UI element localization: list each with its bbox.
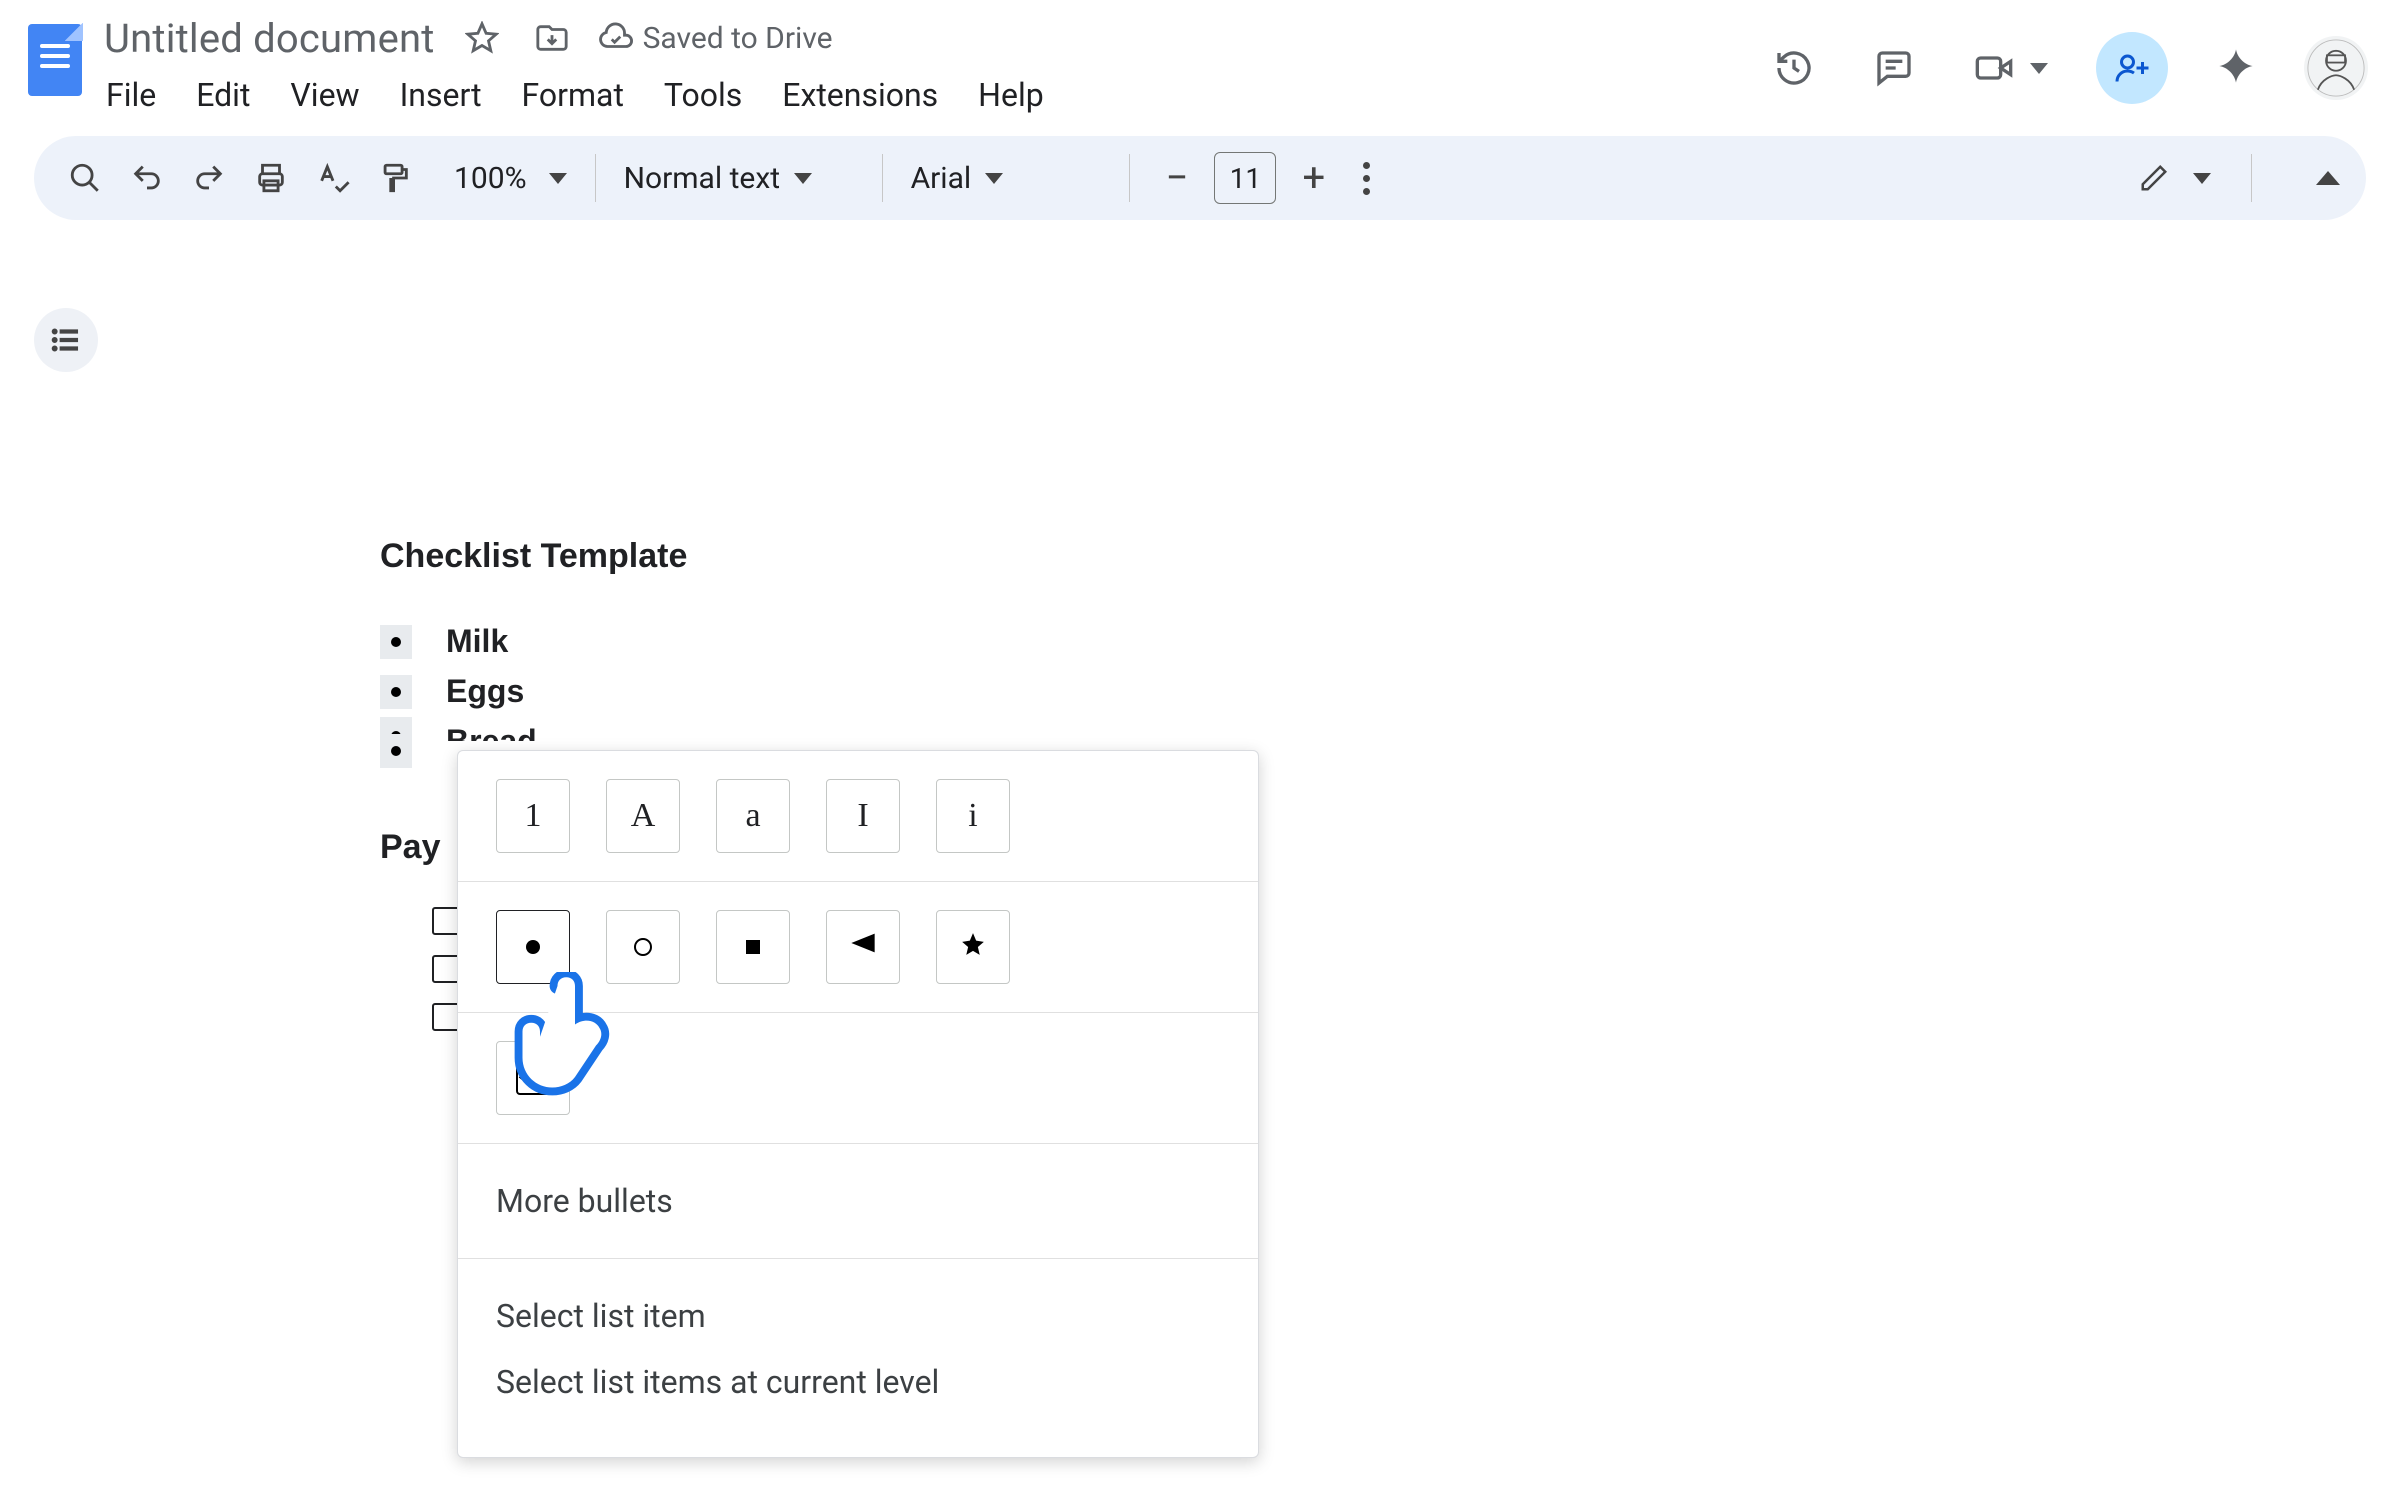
title-bar: Untitled document Saved to Drive File Ed…: [0, 0, 2400, 118]
save-status: Saved to Drive: [599, 21, 833, 56]
move-icon[interactable]: [529, 15, 575, 61]
checkbox-icon[interactable]: [432, 907, 460, 935]
collapse-toolbar-icon[interactable]: [2316, 171, 2340, 185]
menu-extensions[interactable]: Extensions: [780, 72, 940, 118]
font-select[interactable]: Arial: [911, 161, 1101, 196]
font-value: Arial: [911, 161, 972, 196]
comments-icon[interactable]: [1868, 42, 1920, 94]
list-prefix-a[interactable]: a: [716, 779, 790, 853]
undo-icon[interactable]: [122, 153, 172, 203]
bullet-checkbox[interactable]: [496, 1041, 570, 1115]
paragraph-style-select[interactable]: Normal text: [624, 161, 854, 196]
chevron-down-icon: [985, 173, 1003, 184]
print-icon[interactable]: [246, 153, 296, 203]
search-icon[interactable]: [60, 153, 110, 203]
star-icon[interactable]: [459, 15, 505, 61]
list-item: Milk: [380, 617, 1680, 667]
menu-tools[interactable]: Tools: [662, 72, 744, 118]
paint-format-icon[interactable]: [370, 153, 420, 203]
header-actions: [1768, 12, 2368, 104]
list-prefix-i[interactable]: i: [936, 779, 1010, 853]
chevron-down-icon: [2193, 173, 2211, 184]
menu-insert[interactable]: Insert: [398, 72, 484, 118]
zoom-value: 100%: [454, 161, 527, 196]
redo-icon[interactable]: [184, 153, 234, 203]
spellcheck-icon[interactable]: [308, 153, 358, 203]
gemini-icon[interactable]: [2216, 46, 2256, 90]
list-options-menu: 1 A a I i More bullets Select list item …: [457, 750, 1259, 1458]
checkbox-option-row: [458, 1013, 1258, 1143]
font-size-control: − 11 +: [1158, 152, 1334, 204]
editing-mode-select[interactable]: [2139, 163, 2211, 193]
bullet-icon[interactable]: [380, 675, 412, 709]
increase-font-size-button[interactable]: +: [1294, 158, 1333, 198]
history-icon[interactable]: [1768, 42, 1820, 94]
chevron-down-icon: [794, 173, 812, 184]
decrease-font-size-button[interactable]: −: [1158, 158, 1197, 198]
paragraph-style-value: Normal text: [624, 161, 780, 196]
document-title[interactable]: Untitled document: [104, 15, 435, 62]
bullet-options-row: [458, 882, 1258, 1012]
more-options-icon[interactable]: [1363, 162, 1370, 195]
main-menu: File Edit View Insert Format Tools Exten…: [104, 72, 1046, 118]
show-outline-button[interactable]: [34, 308, 98, 372]
select-items-at-level[interactable]: Select list items at current level: [496, 1349, 1220, 1415]
menu-file[interactable]: File: [104, 72, 158, 118]
meet-button[interactable]: [1968, 42, 2048, 94]
more-bullets-item[interactable]: More bullets: [496, 1168, 1220, 1234]
checkbox-icon[interactable]: [432, 1003, 460, 1031]
docs-logo-icon[interactable]: [20, 12, 90, 108]
menu-view[interactable]: View: [288, 72, 361, 118]
chevron-down-icon[interactable]: [2030, 63, 2048, 74]
bullet-ring[interactable]: [606, 910, 680, 984]
zoom-select[interactable]: 100%: [442, 161, 567, 196]
font-size-input[interactable]: 11: [1214, 152, 1276, 204]
select-list-item[interactable]: Select list item: [496, 1283, 1220, 1349]
list-prefix-1[interactable]: 1: [496, 779, 570, 853]
bullet-star[interactable]: [936, 910, 1010, 984]
doc-heading-1[interactable]: Checklist Template: [380, 530, 1680, 583]
bullet-square[interactable]: [716, 910, 790, 984]
menu-edit[interactable]: Edit: [194, 72, 252, 118]
list-item: Bread: [380, 717, 1680, 741]
video-icon[interactable]: [1968, 42, 2020, 94]
toolbar: 100% Normal text Arial − 11 +: [34, 136, 2366, 220]
bullet-list[interactable]: Milk Eggs Bread: [380, 617, 1680, 761]
account-avatar[interactable]: [2304, 36, 2368, 100]
share-button[interactable]: [2096, 32, 2168, 104]
save-status-text: Saved to Drive: [643, 21, 833, 56]
list-prefix-I[interactable]: I: [826, 779, 900, 853]
bullet-icon[interactable]: [380, 625, 412, 659]
menu-format[interactable]: Format: [520, 72, 626, 118]
bullet-icon[interactable]: [380, 734, 412, 768]
checkbox-icon[interactable]: [432, 955, 460, 983]
chevron-down-icon: [549, 173, 567, 184]
bullet-disc[interactable]: [496, 910, 570, 984]
bullet-arrow[interactable]: [826, 910, 900, 984]
numbered-options-row: 1 A a I i: [458, 751, 1258, 881]
list-item: Eggs: [380, 667, 1680, 717]
menu-help[interactable]: Help: [976, 72, 1046, 118]
list-prefix-A[interactable]: A: [606, 779, 680, 853]
